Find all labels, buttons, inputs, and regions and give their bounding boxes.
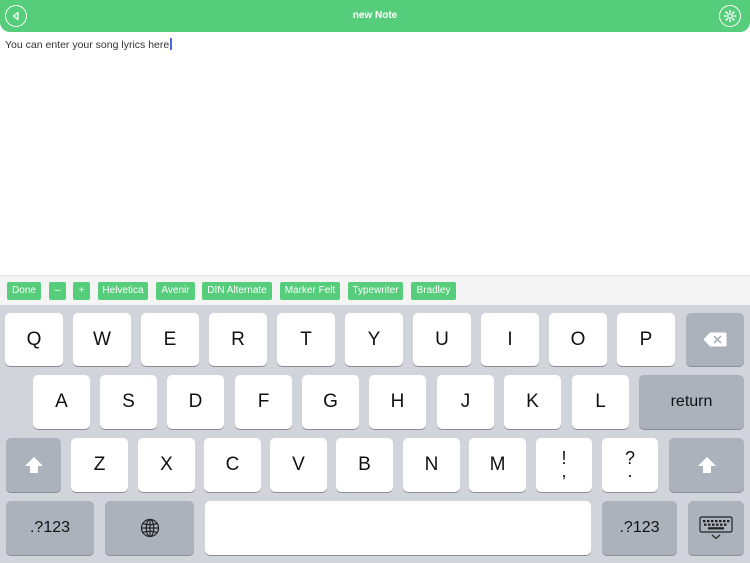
key-e[interactable]: E [141, 313, 199, 366]
app-window: new Note You can enter your song lyrics … [0, 0, 750, 563]
globe-key[interactable] [105, 501, 194, 555]
font-helvetica-button[interactable]: Helvetica [98, 282, 148, 300]
key-y[interactable]: Y [345, 313, 403, 366]
key-a[interactable]: A [33, 375, 90, 429]
key-p[interactable]: P [617, 313, 675, 366]
return-key[interactable]: return [639, 375, 744, 429]
key-o[interactable]: O [549, 313, 607, 366]
font-typewriter-button[interactable]: Typewriter [348, 282, 403, 300]
shift-key-left[interactable] [6, 438, 61, 492]
gear-icon [723, 9, 737, 23]
key-w[interactable]: W [73, 313, 131, 366]
key-c[interactable]: C [204, 438, 261, 492]
note-editor[interactable]: You can enter your song lyrics here [0, 32, 750, 275]
font-marker-felt-button[interactable]: Marker Felt [280, 282, 340, 300]
increase-font-button[interactable]: + [73, 282, 90, 300]
key-comma-label: , [561, 461, 567, 481]
settings-button[interactable] [719, 5, 741, 27]
key-k[interactable]: K [504, 375, 561, 429]
key-r[interactable]: R [209, 313, 267, 366]
font-bradley-button[interactable]: Bradley [411, 282, 456, 300]
key-i[interactable]: I [481, 313, 539, 366]
formatting-toolbar: Done – + Helvetica Avenir DIN Alternate … [0, 275, 750, 305]
key-f[interactable]: F [235, 375, 292, 429]
font-din-alternate-button[interactable]: DIN Alternate [202, 282, 272, 300]
key-h[interactable]: H [369, 375, 426, 429]
text-caret [170, 38, 172, 50]
page-title: new Note [352, 10, 398, 21]
globe-icon [140, 518, 159, 538]
key-z[interactable]: Z [71, 438, 128, 492]
shift-arrow-icon [697, 457, 716, 473]
backspace-icon [703, 332, 727, 347]
key-g[interactable]: G [302, 375, 359, 429]
space-bar[interactable] [205, 501, 591, 555]
note-text: You can enter your song lyrics here [5, 39, 170, 51]
key-d[interactable]: D [167, 375, 224, 429]
key-m[interactable]: M [469, 438, 526, 492]
navigation-bar: new Note [0, 0, 750, 32]
numbers-key-right[interactable]: .?123 [602, 501, 677, 555]
shift-key-right[interactable] [669, 438, 744, 492]
key-period-label: . [627, 461, 633, 481]
key-t[interactable]: T [277, 313, 335, 366]
key-l[interactable]: L [572, 375, 629, 429]
key-b[interactable]: B [336, 438, 393, 492]
decrease-font-button[interactable]: – [49, 282, 66, 300]
key-question-period[interactable]: ? . [602, 438, 658, 492]
hide-keyboard-key[interactable] [688, 501, 744, 555]
key-exclamation-comma[interactable]: ! , [536, 438, 592, 492]
key-n[interactable]: N [403, 438, 460, 492]
keyboard-dismiss-icon [699, 516, 733, 540]
numbers-key-left[interactable]: .?123 [6, 501, 94, 555]
key-u[interactable]: U [413, 313, 471, 366]
key-x[interactable]: X [138, 438, 195, 492]
shift-arrow-icon [24, 457, 43, 473]
font-avenir-button[interactable]: Avenir [156, 282, 195, 300]
key-j[interactable]: J [437, 375, 494, 429]
key-s[interactable]: S [100, 375, 157, 429]
backspace-key[interactable] [686, 313, 744, 366]
key-q[interactable]: Q [5, 313, 63, 366]
on-screen-keyboard: Q W E R T Y U I O P A S D F G H J K L re… [0, 305, 750, 563]
key-v[interactable]: V [270, 438, 327, 492]
done-button[interactable]: Done [7, 282, 41, 300]
